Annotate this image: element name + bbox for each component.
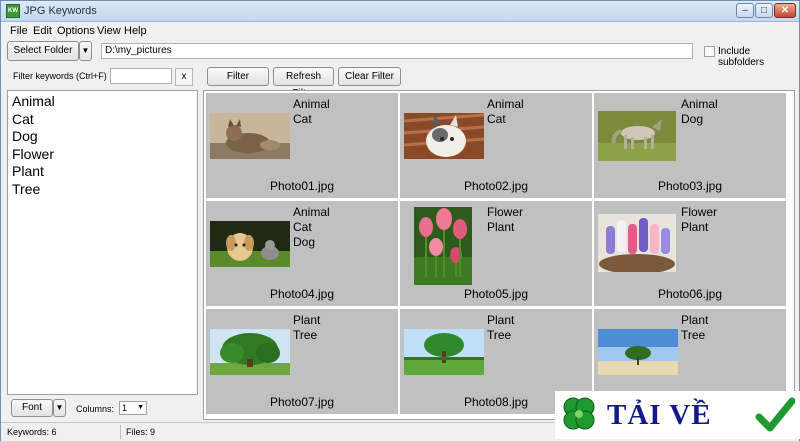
menu-bar: File Edit Options View Help — [1, 23, 799, 39]
clear-filter-keywords-button[interactable]: x — [175, 68, 193, 86]
photo-keyword: Animal — [293, 205, 330, 219]
photo-thumbnail — [598, 214, 676, 272]
photo-keyword: Plant — [487, 313, 515, 327]
photo-keywords: Plant Tree — [681, 313, 708, 343]
status-divider — [120, 425, 121, 439]
photo-tile[interactable]: Plant Tree Photo07.jpg — [206, 309, 398, 414]
chevron-down-icon: ▼ — [137, 404, 144, 411]
include-subfolders-checkbox[interactable] — [704, 46, 715, 57]
refresh-filter-button[interactable]: Refresh Filter — [273, 67, 334, 99]
photo-keyword: Plant — [293, 313, 321, 327]
photo-keywords: Plant Tree — [487, 313, 514, 343]
photo-keyword: Animal — [681, 97, 718, 111]
top-toolbar: Select Folder ▼ D:\my_pictures Include s… — [1, 39, 799, 68]
window-title: JPG Keywords — [24, 5, 97, 17]
checkmark-icon — [755, 397, 795, 432]
font-dropdown-icon[interactable]: ▼ — [53, 399, 66, 417]
filter-keywords-label: Filter keywords (Ctrl+F) — [13, 71, 107, 81]
photo-tile[interactable]: Flower Plant Photo05.jpg — [400, 201, 592, 306]
photo-thumbnail — [414, 207, 472, 285]
photo-thumbnail — [598, 329, 678, 375]
photo-keywords: Animal Cat — [293, 97, 330, 127]
menu-view[interactable]: View — [97, 25, 121, 37]
photo-keywords: Animal Cat Dog — [293, 205, 330, 250]
photo-filename: Photo01.jpg — [269, 179, 335, 193]
photo-tile[interactable]: Animal Cat Dog Photo04.jpg — [206, 201, 398, 306]
photo-keyword: Tree — [487, 328, 512, 342]
photo-keyword: Animal — [487, 97, 524, 111]
photo-thumbnail — [210, 329, 290, 375]
keyword-panel: Filter keywords (Ctrl+F) x Animal Cat Do… — [3, 65, 199, 421]
clover-icon — [563, 397, 595, 430]
photo-keyword: Animal — [293, 97, 330, 111]
photo-keyword: Dog — [681, 112, 704, 126]
photo-keyword: Flower — [487, 205, 524, 219]
photo-keyword: Cat — [487, 112, 506, 126]
file-count: Files: 9 — [126, 427, 156, 437]
watermark-logo: TẢI VỀ — [555, 391, 800, 439]
filter-keywords-input[interactable] — [110, 68, 172, 84]
menu-edit[interactable]: Edit — [33, 25, 52, 37]
photo-filename: Photo05.jpg — [463, 287, 529, 301]
photo-keyword: Plant — [681, 313, 709, 327]
photo-filename: Photo06.jpg — [657, 287, 723, 301]
close-button[interactable]: ✕ — [774, 3, 796, 18]
photo-keyword: Plant — [681, 220, 709, 234]
photo-tile[interactable]: Animal Cat Photo01.jpg — [206, 93, 398, 198]
photo-filename: Photo07.jpg — [269, 395, 335, 409]
photo-keyword: Flower — [681, 205, 718, 219]
keyword-list[interactable]: Animal Cat Dog Flower Plant Tree — [7, 90, 198, 395]
photo-tile[interactable]: Animal Dog Photo03.jpg — [594, 93, 786, 198]
app-window: KW JPG Keywords – □ ✕ File Edit Options … — [0, 0, 800, 441]
keyword-item[interactable]: Flower — [12, 146, 193, 164]
photo-thumbnail — [210, 221, 290, 267]
keyword-item[interactable]: Cat — [12, 111, 193, 129]
photo-filename: Photo04.jpg — [269, 287, 335, 301]
filter-button[interactable]: Filter — [207, 67, 269, 86]
keyword-count: Keywords: 6 — [7, 427, 57, 437]
maximize-button[interactable]: □ — [755, 3, 773, 18]
title-bar[interactable]: KW JPG Keywords – □ ✕ — [1, 1, 799, 22]
font-button[interactable]: Font — [11, 399, 53, 417]
photo-filename: Photo03.jpg — [657, 179, 723, 193]
photo-keywords: Flower Plant — [681, 205, 717, 235]
photo-thumbnail — [404, 113, 484, 159]
filter-toolbar: Filter Refresh Filter Clear Filter — [203, 65, 795, 99]
folder-path-input[interactable]: D:\my_pictures — [101, 43, 693, 59]
menu-help[interactable]: Help — [124, 25, 147, 37]
photo-keywords: Animal Dog — [681, 97, 718, 127]
photo-tile[interactable]: Animal Cat Photo02.jpg — [400, 93, 592, 198]
columns-select[interactable]: 1 ▼ — [119, 401, 147, 415]
menu-file[interactable]: File — [10, 25, 28, 37]
photo-thumbnail — [404, 329, 484, 375]
photo-grid: Animal Cat Photo01.jpg Animal Cat Photo02.jpg… — [203, 90, 795, 420]
photo-tile[interactable]: Flower Plant Photo06.jpg — [594, 201, 786, 306]
keyword-item[interactable]: Tree — [12, 181, 193, 199]
photo-keywords: Flower Plant — [487, 205, 523, 235]
columns-value: 1 — [122, 403, 128, 413]
select-folder-dropdown-icon[interactable]: ▼ — [79, 41, 92, 61]
select-folder-button[interactable]: Select Folder — [7, 41, 79, 61]
photo-thumbnail — [598, 111, 676, 161]
keyword-item[interactable]: Dog — [12, 128, 193, 146]
clear-filter-button[interactable]: Clear Filter — [338, 67, 401, 86]
minimize-button[interactable]: – — [736, 3, 754, 18]
photo-filename: Photo02.jpg — [463, 179, 529, 193]
photo-keywords: Animal Cat — [487, 97, 524, 127]
photo-keyword: Tree — [681, 328, 706, 342]
photo-keyword: Plant — [487, 220, 515, 234]
photo-keyword: Cat — [293, 112, 312, 126]
photo-keywords: Plant Tree — [293, 313, 320, 343]
columns-label: Columns: — [76, 404, 115, 414]
photo-keyword: Cat — [293, 220, 312, 234]
app-icon: KW — [6, 4, 20, 18]
watermark-text: TẢI VỀ — [607, 399, 712, 431]
photo-keyword: Dog — [293, 235, 316, 249]
photo-keyword: Tree — [293, 328, 318, 342]
keyword-item[interactable]: Plant — [12, 163, 193, 181]
photo-thumbnail — [210, 113, 290, 159]
keyword-item[interactable]: Animal — [12, 93, 193, 111]
menu-options[interactable]: Options — [57, 25, 95, 37]
